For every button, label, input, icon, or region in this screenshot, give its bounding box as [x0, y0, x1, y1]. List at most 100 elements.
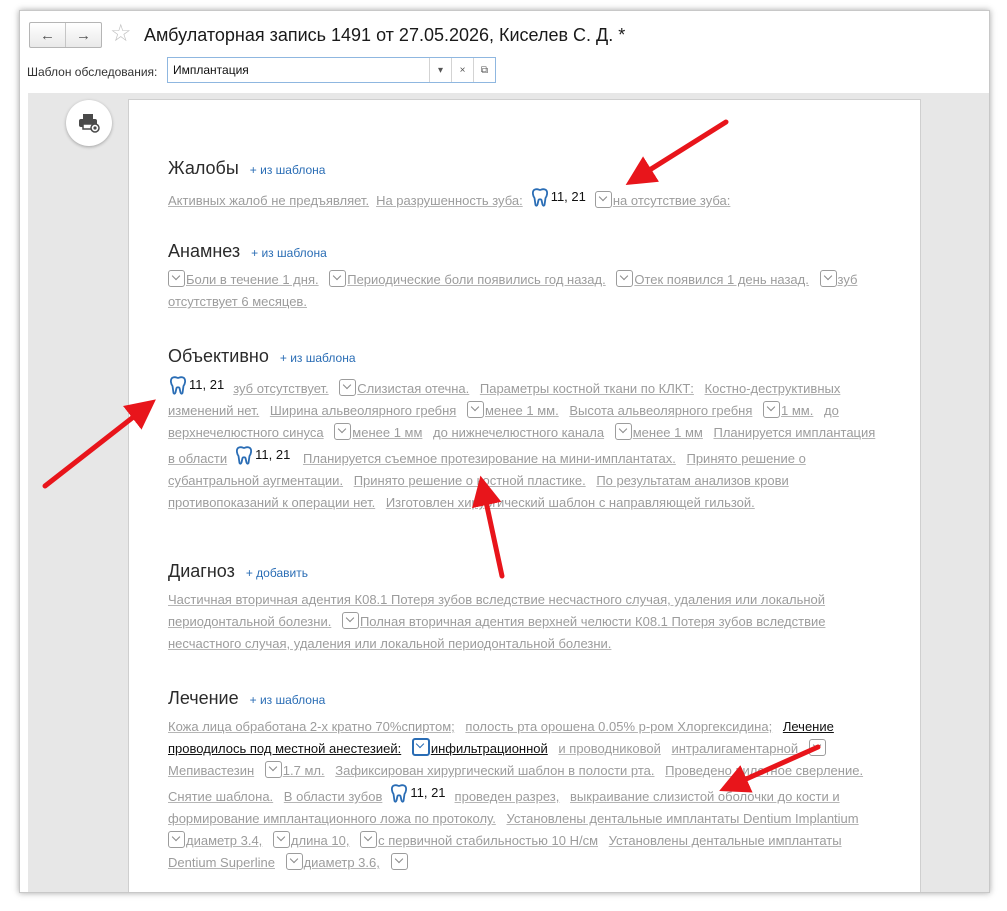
phrase[interactable]: и проводниковой	[558, 741, 660, 756]
section-title: Объективно	[168, 346, 269, 366]
phrase[interactable]: Слизистая отечна.	[357, 381, 469, 396]
work-area: Жалобы + из шаблона Активных жалоб не пр…	[28, 93, 989, 892]
phrase[interactable]: длина 10,	[291, 833, 350, 848]
chevron-down-icon[interactable]	[763, 401, 781, 418]
print-preview-button[interactable]	[66, 100, 112, 146]
add-diagnosis-link[interactable]: + добавить	[246, 566, 308, 580]
navigation-buttons: ← →	[29, 22, 102, 48]
phrase[interactable]: зуб отсутствует.	[233, 381, 328, 396]
phrase[interactable]: Ширина альвеолярного гребня	[270, 403, 457, 418]
printer-icon	[79, 114, 100, 133]
phrase[interactable]: с первичной стабильностью 10 Н/см	[378, 833, 598, 848]
teeth-numbers: 11, 21	[410, 785, 446, 800]
phrase[interactable]: Планируется съемное протезирование на ми…	[303, 451, 676, 466]
phrase[interactable]: Активных жалоб не предъявляет.	[168, 193, 369, 208]
phrase[interactable]: Мепивастезин	[168, 763, 254, 778]
chevron-down-icon[interactable]	[339, 379, 357, 396]
phrase[interactable]: интралигаментарной	[671, 741, 798, 756]
window-title: Амбулаторная запись 1491 от 27.05.2026, …	[144, 25, 626, 45]
chevron-down-icon[interactable]	[329, 270, 347, 287]
chevron-down-icon[interactable]	[285, 853, 303, 870]
template-clear-button[interactable]: ×	[451, 58, 473, 82]
phrase[interactable]: диаметр 3.6,	[304, 855, 380, 870]
phrase[interactable]: Кожа лица обработана 2-х кратно 70%спирт…	[168, 719, 455, 734]
phrase[interactable]: 1.7 мл.	[283, 763, 325, 778]
section-objective: Объективно + из шаблона 11, 21 зуб отсутс…	[168, 346, 878, 514]
forward-button[interactable]: →	[65, 23, 101, 47]
phrase[interactable]: проведен разрез,	[455, 789, 560, 804]
template-open-button[interactable]: ⧉	[473, 58, 495, 82]
section-complaints: Жалобы + из шаблона Активных жалоб не пр…	[168, 158, 878, 212]
phrase[interactable]: на отсутствие зуба:	[613, 193, 731, 208]
section-anamnesis: Анамнез + из шаблона Боли в течение 1 дн…	[168, 241, 878, 313]
teeth-selector[interactable]: 11, 21	[234, 444, 290, 466]
chevron-down-icon[interactable]	[341, 612, 359, 629]
phrase[interactable]: менее 1 мм	[633, 425, 703, 440]
record-sheet: Жалобы + из шаблона Активных жалоб не пр…	[128, 99, 921, 892]
chevron-down-icon[interactable]	[168, 831, 185, 848]
document-window: ← → ☆ Амбулаторная запись 1491 от 27.05.…	[19, 10, 990, 893]
phrase[interactable]: инфильтрационной	[431, 741, 548, 756]
chevron-down-icon[interactable]	[411, 738, 430, 756]
chevron-down-icon[interactable]	[272, 831, 290, 848]
teeth-numbers: 11, 21	[550, 189, 586, 204]
favorite-star-icon[interactable]: ☆	[110, 22, 132, 46]
template-input[interactable]: Имплантация	[168, 58, 429, 82]
chevron-down-icon[interactable]	[819, 270, 837, 287]
phrase[interactable]: Установлены дентальные имплантаты Dentiu…	[506, 811, 858, 826]
teeth-numbers: 11, 21	[189, 377, 225, 392]
phrase[interactable]: Периодические боли появились год назад.	[347, 272, 605, 287]
section-title: Диагноз	[168, 561, 235, 581]
teeth-selector[interactable]: 11, 21	[389, 782, 446, 804]
phrase[interactable]: менее 1 мм	[352, 425, 422, 440]
chevron-down-icon[interactable]	[808, 739, 826, 756]
add-from-template-link[interactable]: + из шаблона	[250, 163, 326, 177]
phrase[interactable]: 1 мм.	[781, 403, 813, 418]
phrase[interactable]: до нижнечелюстного канала	[433, 425, 604, 440]
phrase[interactable]: диаметр 3.4,	[186, 833, 262, 848]
chevron-down-icon[interactable]	[360, 831, 378, 848]
tooth-icon	[169, 376, 187, 395]
chevron-down-icon[interactable]	[390, 853, 408, 870]
chevron-down-icon[interactable]	[594, 191, 612, 208]
forward-arrow-icon: →	[76, 26, 91, 44]
back-button[interactable]: ←	[30, 23, 65, 47]
teeth-selector[interactable]: 11, 21	[168, 374, 224, 396]
tooth-icon	[236, 446, 253, 465]
phrase[interactable]: полость рта орошена 0.05% р-ром Хлоргекс…	[465, 719, 772, 734]
chevron-down-icon[interactable]	[168, 270, 185, 287]
chevron-down-icon[interactable]	[466, 401, 484, 418]
add-from-template-link[interactable]: + из шаблона	[251, 246, 327, 260]
section-title: Лечение	[168, 688, 239, 708]
teeth-numbers: 11, 21	[255, 447, 291, 462]
section-title: Анамнез	[168, 241, 241, 261]
phrase[interactable]: На разрушенность зуба:	[376, 193, 523, 208]
add-from-template-link[interactable]: + из шаблона	[250, 693, 326, 707]
template-row: Шаблон обследования: Имплантация ▾ × ⧉	[20, 57, 989, 89]
section-treatment: Лечение + из шаблона Кожа лица обработан…	[168, 688, 878, 874]
phrase[interactable]: В области зубов	[284, 789, 383, 804]
chevron-down-icon[interactable]	[614, 423, 632, 440]
teeth-selector[interactable]: 11, 21	[530, 186, 586, 208]
template-field[interactable]: Имплантация ▾ × ⧉	[167, 57, 496, 83]
chevron-down-icon[interactable]	[334, 423, 352, 440]
phrase[interactable]: Изготовлен хирургический шаблон с направ…	[386, 495, 755, 510]
phrase[interactable]: Отек появился 1 день назад.	[634, 272, 809, 287]
phrase[interactable]: Высота альвеолярного гребня	[569, 403, 752, 418]
add-from-template-link[interactable]: + из шаблона	[280, 351, 356, 365]
section-diagnosis: Диагноз + добавить Частичная вторичная а…	[168, 561, 878, 655]
chevron-down-icon[interactable]	[264, 761, 282, 778]
back-arrow-icon: ←	[40, 26, 55, 44]
section-title: Жалобы	[168, 158, 239, 178]
title-bar: ← → ☆ Амбулаторная запись 1491 от 27.05.…	[20, 11, 989, 57]
phrase[interactable]: Принято решение о костной пластике.	[354, 473, 586, 488]
tooth-icon	[391, 784, 408, 803]
phrase[interactable]: Параметры костной ткани по КЛКТ:	[480, 381, 694, 396]
phrase[interactable]: Зафиксирован хирургический шаблон в поло…	[335, 763, 654, 778]
template-dropdown-button[interactable]: ▾	[429, 58, 451, 82]
tooth-icon	[531, 188, 548, 207]
template-label: Шаблон обследования:	[27, 65, 158, 79]
phrase[interactable]: Боли в течение 1 дня.	[186, 272, 319, 287]
chevron-down-icon[interactable]	[616, 270, 634, 287]
phrase[interactable]: менее 1 мм.	[485, 403, 559, 418]
